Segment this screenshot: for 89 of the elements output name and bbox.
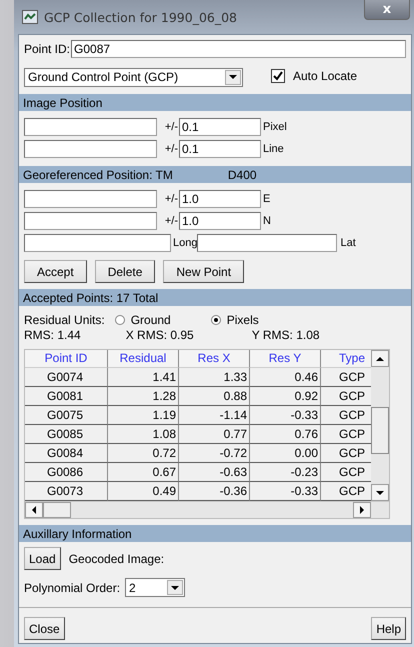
table-cell: -0.36 — [179, 482, 250, 501]
geocoded-image-label: Geocoded Image: — [68, 552, 164, 566]
polynomial-order-label: Polynomial Order: — [24, 580, 120, 594]
column-header[interactable]: Point ID — [25, 350, 108, 368]
caret-icon — [171, 586, 180, 590]
polynomial-order-dropdown[interactable]: 2 — [125, 578, 186, 597]
column-header[interactable]: Residual — [108, 350, 179, 368]
table-cell: G0075 — [25, 406, 108, 425]
plus-minus-label: +/- — [164, 193, 178, 205]
load-button[interactable]: Load — [24, 547, 61, 570]
plus-minus-label: +/- — [164, 215, 178, 227]
table-cell: G0081 — [25, 387, 108, 406]
table-cell: -0.63 — [179, 463, 250, 482]
plus-minus-label: +/- — [164, 121, 178, 133]
table-cell: G0073 — [25, 482, 108, 501]
table-cell: 0.77 — [179, 425, 250, 444]
horizontal-scrollbar[interactable] — [25, 501, 389, 518]
section-header: Georeferenced Position: TM D400 — [19, 166, 411, 183]
scrollbar-thumb[interactable] — [371, 407, 389, 454]
table-cell: 0.88 — [179, 387, 250, 406]
y-rms-value: Y RMS: 1.08 — [252, 328, 320, 342]
table-cell: -0.23 — [250, 463, 321, 482]
app-icon — [22, 10, 38, 24]
tolerance-field[interactable]: 1.0 — [179, 190, 261, 208]
point-id-field[interactable]: G0087 — [71, 40, 406, 58]
rms-value: RMS: 1.44 — [24, 328, 81, 342]
table-cell: 0.49 — [108, 482, 179, 501]
coordinate-field[interactable] — [24, 212, 157, 230]
action-button[interactable]: New Point — [163, 260, 244, 283]
table-cell: 0.67 — [108, 463, 179, 482]
long-label: Long — [173, 237, 198, 249]
table-cell: G0074 — [25, 368, 108, 387]
action-button[interactable]: Accept — [24, 260, 87, 283]
residual-units-label: Residual Units: — [24, 313, 105, 327]
coordinate-field[interactable] — [24, 118, 157, 136]
unit-label: Line — [263, 143, 284, 155]
longitude-field[interactable] — [24, 234, 171, 252]
table-cell: 0.46 — [250, 368, 321, 387]
tolerance-field[interactable]: 0.1 — [179, 118, 261, 136]
table-cell: -1.14 — [179, 406, 250, 425]
unit-radio[interactable]: Ground — [114, 313, 171, 327]
unit-label: N — [263, 215, 271, 227]
table-cell: -0.72 — [179, 444, 250, 463]
tolerance-field[interactable]: 1.0 — [179, 212, 261, 230]
coordinate-field[interactable] — [24, 190, 157, 208]
scroll-down-icon — [376, 490, 384, 494]
table-cell: 0.72 — [108, 444, 179, 463]
vertical-scrollbar[interactable] — [371, 350, 389, 501]
caret-icon — [229, 75, 237, 79]
lat-label: Lat — [340, 237, 356, 249]
action-button[interactable]: Delete — [94, 260, 156, 283]
scroll-right-icon — [360, 506, 364, 514]
point-type-dropdown[interactable]: Ground Control Point (GCP) — [24, 68, 243, 86]
scrollbar-thumb[interactable] — [43, 502, 71, 518]
unit-label: Pixel — [263, 121, 287, 133]
unit-label: E — [263, 193, 270, 205]
table-cell: G0085 — [25, 425, 108, 444]
latitude-field[interactable] — [197, 234, 338, 252]
table-cell: 0.00 — [250, 444, 321, 463]
table-cell: 1.33 — [179, 368, 250, 387]
column-header[interactable]: Type — [321, 350, 371, 368]
table-cell: 1.08 — [108, 425, 179, 444]
table-cell: -0.33 — [250, 406, 321, 425]
table-cell: 0.92 — [250, 387, 321, 406]
table-cell: G0086 — [25, 463, 108, 482]
column-header[interactable]: Res X — [179, 350, 250, 368]
table-cell: 1.41 — [108, 368, 179, 387]
table-cell: 1.19 — [108, 406, 179, 425]
auto-locate-checkbox[interactable]: Auto Locate — [271, 68, 358, 82]
column-header[interactable]: Res Y — [250, 350, 321, 368]
scroll-left-icon — [32, 506, 36, 514]
table-cell: -0.33 — [250, 482, 321, 501]
table-cell: 0.76 — [250, 425, 321, 444]
table-cell: G0084 — [25, 444, 108, 463]
section-header: Auxillary Information — [19, 525, 411, 542]
x-rms-value: X RMS: 0.95 — [126, 328, 194, 342]
window-title: GCP Collection for 1990_06_08 — [44, 10, 238, 24]
scroll-up-icon — [376, 356, 384, 360]
tolerance-field[interactable]: 0.1 — [179, 140, 261, 158]
section-header: Accepted Points: 17 Total — [19, 289, 411, 306]
plus-minus-label: +/- — [164, 143, 178, 155]
section-header: Image Position — [19, 94, 411, 111]
table-cell: 1.28 — [108, 387, 179, 406]
unit-radio[interactable]: Pixels — [210, 313, 259, 327]
check-icon — [273, 70, 283, 80]
help-button[interactable]: Help — [371, 617, 406, 640]
point-id-label: Point ID: — [24, 42, 70, 56]
close-dialog-button[interactable]: Close — [24, 617, 65, 640]
coordinate-field[interactable] — [24, 140, 157, 158]
